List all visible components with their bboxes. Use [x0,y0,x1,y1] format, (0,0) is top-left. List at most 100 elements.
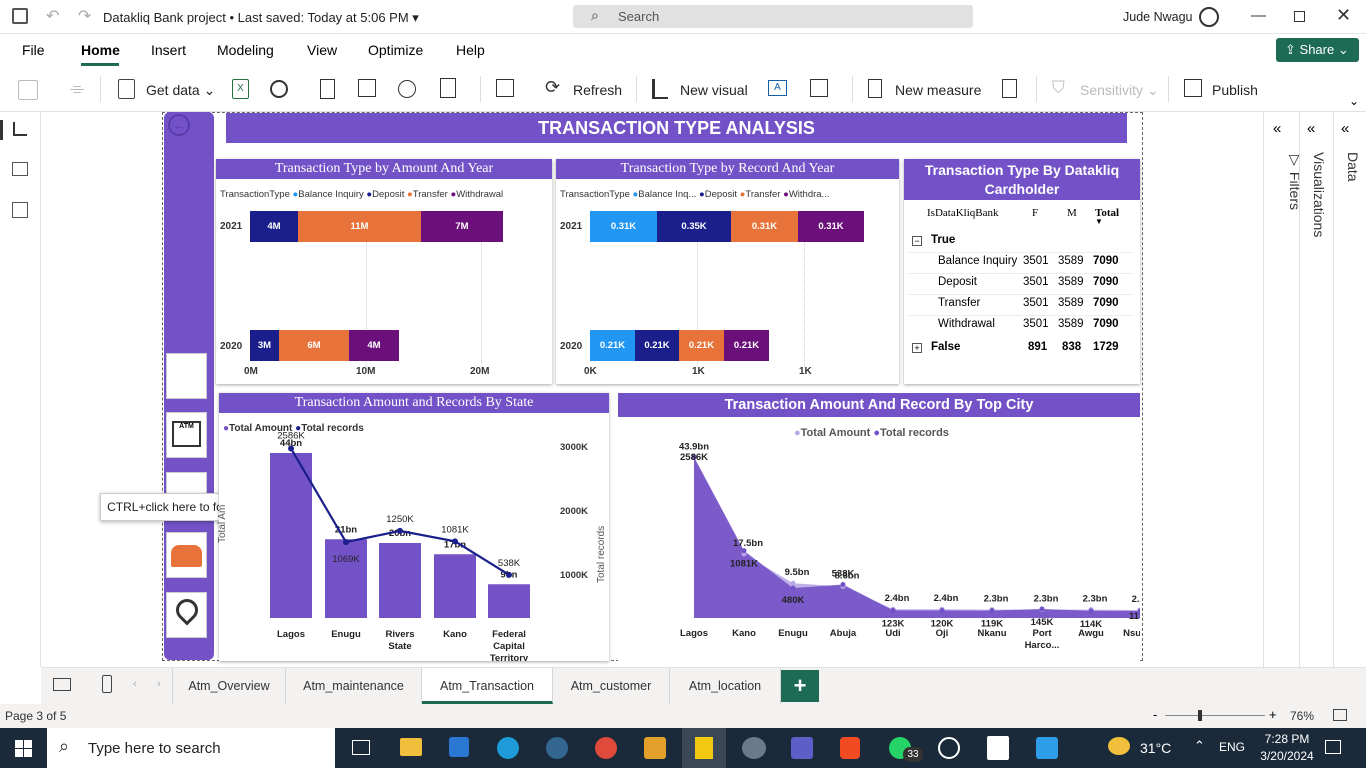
chrome-icon[interactable] [595,737,617,759]
language-indicator[interactable]: ENG [1219,740,1245,754]
tab-atm-maintenance[interactable]: Atm_maintenance [286,668,422,704]
text-box-icon[interactable]: A [768,80,787,96]
collapse-ribbon-icon[interactable]: ⌄ [1349,94,1359,108]
menu-optimize[interactable]: Optimize [368,42,423,58]
edge-icon[interactable] [497,737,519,759]
tab-atm-location[interactable]: Atm_location [670,668,781,704]
transform-data-icon[interactable] [496,79,514,97]
collapse-filters-icon[interactable]: « [1273,120,1281,137]
legend-item[interactable]: Balance Inquiry [298,189,363,200]
tools-icon[interactable] [644,737,666,759]
location-nav-icon[interactable] [166,592,207,638]
weather-temp[interactable]: 31°C [1140,740,1171,756]
share-button[interactable]: ⇪ Share ⌄ [1276,38,1359,62]
filters-pane-tab[interactable]: ▽ Filters [1287,152,1303,210]
recent-sources-icon[interactable] [440,78,456,98]
menu-file[interactable]: File [22,42,45,58]
quick-measure-icon[interactable] [1002,79,1017,98]
enter-data-icon[interactable] [358,79,376,97]
collapse-icon[interactable]: − [912,236,922,246]
menu-insert[interactable]: Insert [151,42,186,58]
zoom-out-button[interactable]: - [1153,707,1157,722]
add-page-button[interactable]: + [781,670,819,702]
tab-atm-transaction[interactable]: Atm_Transaction [422,668,553,704]
search-box[interactable]: ⌕ Search [573,5,973,28]
media-player-icon[interactable] [938,737,960,759]
clock-time[interactable]: 7:28 PM [1262,732,1312,746]
collapse-data-icon[interactable]: « [1341,120,1349,137]
expand-icon[interactable]: + [912,343,922,353]
data-pane-tab[interactable]: Data [1345,152,1361,182]
get-data-button[interactable]: Get data ⌄ [146,82,215,99]
avatar[interactable] [1199,7,1219,27]
bar-segment[interactable]: 0.21K [724,330,769,361]
notifications-icon[interactable] [1325,740,1341,754]
zoom-slider[interactable] [1165,715,1265,716]
store-icon[interactable] [449,737,469,757]
visualizations-pane-tab[interactable]: Visualizations [1311,152,1327,237]
chart-by-state[interactable]: Transaction Amount and Records By State … [217,393,609,661]
new-measure-button[interactable]: New measure [895,82,981,98]
bar-segment[interactable]: 7M [421,211,503,242]
onelake-icon[interactable] [398,80,416,98]
postgres-icon[interactable] [546,737,568,759]
table-view-icon[interactable] [12,162,28,176]
paste-icon[interactable] [18,80,38,100]
transaction-nav-icon[interactable] [166,353,207,399]
menu-home[interactable]: Home [81,42,120,58]
report-view-icon[interactable] [13,122,27,136]
cardholder-matrix[interactable]: Transaction Type By Datakliq Cardholder … [904,159,1140,384]
more-visuals-icon[interactable] [810,79,828,97]
bar-segment[interactable]: 11M [298,211,421,242]
file-explorer-icon[interactable] [400,738,422,756]
photos-icon[interactable] [1036,737,1058,759]
powerbi-taskbar-active[interactable] [682,728,726,768]
bar-segment[interactable]: 0.21K [679,330,724,361]
brave-icon[interactable] [840,737,860,759]
refresh-button[interactable]: Refresh [573,82,622,98]
scroll-left-icon[interactable]: ‹ [133,678,137,690]
chart-amount-by-year[interactable]: Transaction Type by Amount And Year Tran… [216,159,552,384]
new-visual-button[interactable]: New visual [680,82,748,98]
publish-button[interactable]: Publish [1212,82,1258,98]
zoom-slider-thumb[interactable] [1198,710,1202,721]
bar-segment[interactable]: 4M [349,330,399,361]
bar-segment[interactable]: 0.21K [635,330,679,361]
tab-atm-overview[interactable]: Atm_Overview [172,668,286,704]
bar-segment[interactable]: 6M [279,330,349,361]
minimize-icon[interactable]: — [1251,7,1266,24]
chart-by-city[interactable]: Transaction Amount And Record By Top Cit… [618,393,1140,661]
sensitivity-button[interactable]: Sensitivity ⌄ [1080,82,1159,99]
desktop-layout-icon[interactable] [53,678,71,691]
model-view-icon[interactable] [12,202,28,218]
menu-help[interactable]: Help [456,42,485,58]
atm-nav-icon[interactable]: ATM [166,412,207,458]
windows-start-icon[interactable] [15,740,32,757]
restore-icon[interactable] [1294,11,1305,22]
chevron-down-icon[interactable]: ▾ [412,10,419,25]
legend-item[interactable]: Balance Inq... [638,189,696,200]
chart-record-by-year[interactable]: Transaction Type by Record And Year Tran… [556,159,899,384]
save-icon[interactable] [12,8,28,24]
sql-icon[interactable] [320,79,335,99]
teams-icon[interactable] [791,737,813,759]
r-icon[interactable] [742,737,766,759]
bar-segment[interactable]: 4M [250,211,298,242]
legend-item[interactable]: Transfer [413,189,448,200]
undo-icon[interactable]: ↶ [46,6,59,26]
bar-segment[interactable]: 0.31K [590,211,657,242]
bar-segment[interactable]: 0.31K [731,211,798,242]
legend-item[interactable]: Transfer [745,189,780,200]
zoom-in-button[interactable]: + [1269,707,1277,722]
legend-item[interactable]: Deposit [705,189,737,200]
bar-segment[interactable]: 3M [250,330,279,361]
tray-chevron-icon[interactable]: ⌃ [1194,738,1205,754]
legend-item[interactable]: Withdra... [789,189,830,200]
back-arrow-icon[interactable]: ← [168,114,190,136]
mobile-layout-icon[interactable] [102,675,112,693]
menu-view[interactable]: View [307,42,337,58]
bar-segment[interactable]: 0.31K [798,211,864,242]
task-view-icon[interactable] [352,740,370,755]
bar-segment[interactable]: 0.21K [590,330,635,361]
fit-to-page-icon[interactable] [1333,709,1347,721]
